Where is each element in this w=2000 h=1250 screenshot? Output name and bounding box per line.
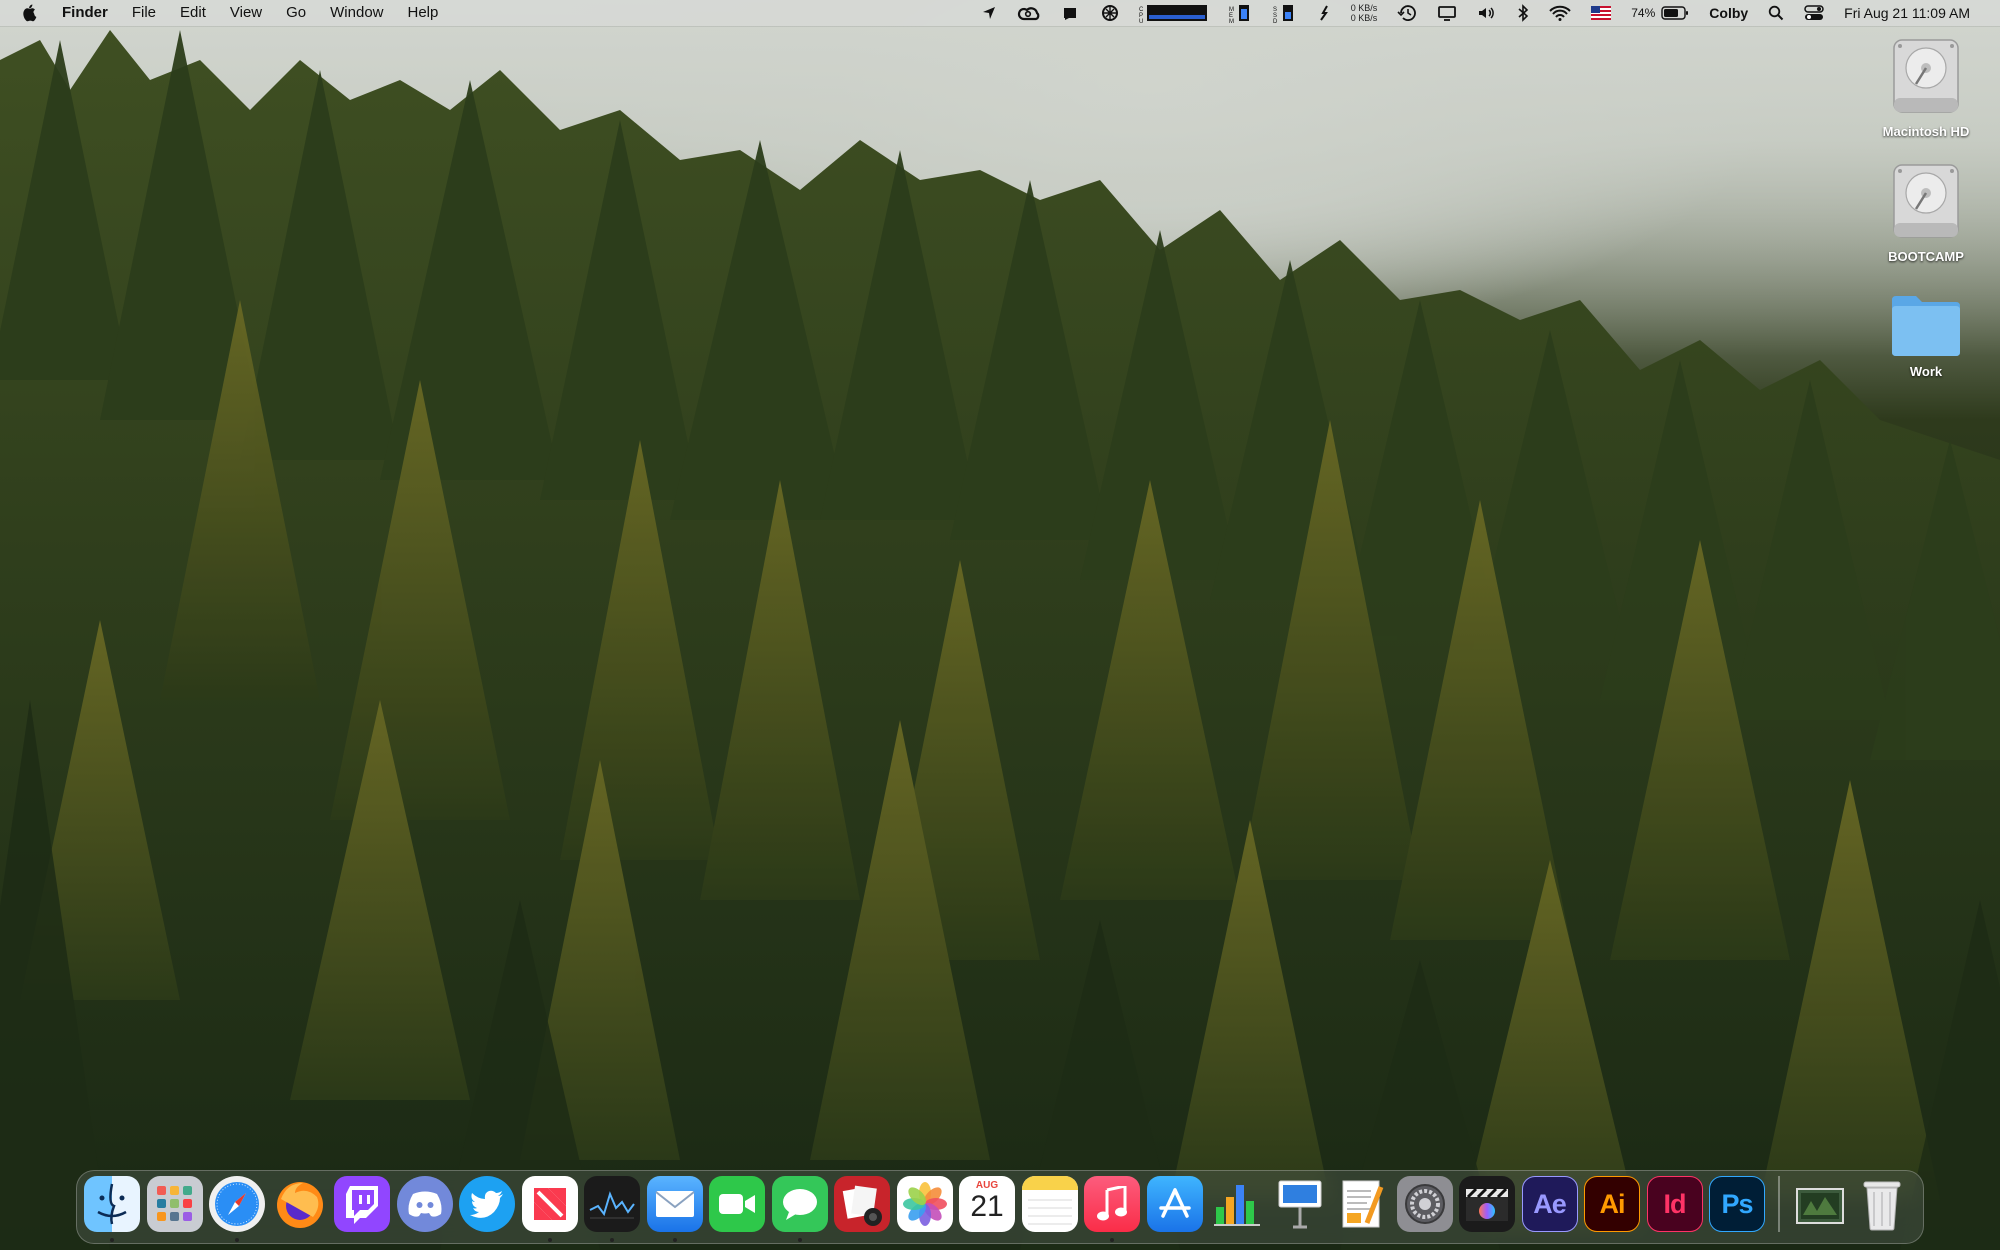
dock-app-store-icon[interactable] bbox=[1146, 1176, 1203, 1232]
volume-icon[interactable] bbox=[1477, 0, 1497, 26]
menu-window[interactable]: Window bbox=[318, 0, 395, 26]
dock-indesign-icon[interactable]: Id bbox=[1646, 1176, 1703, 1232]
dock-music-icon[interactable] bbox=[1084, 1176, 1140, 1242]
id-label: Id bbox=[1663, 1188, 1687, 1219]
battery-percent: 74% bbox=[1631, 6, 1656, 20]
dock-trash-icon[interactable] bbox=[1854, 1176, 1910, 1232]
dock-system-preferences-icon[interactable] bbox=[1396, 1176, 1453, 1232]
dock-notes-icon[interactable] bbox=[1021, 1176, 1078, 1232]
bluetooth-icon[interactable] bbox=[1517, 0, 1529, 26]
ssd-meter-icon[interactable]: SSD bbox=[1273, 0, 1297, 26]
running-indicator bbox=[235, 1238, 239, 1242]
dock-twitter-icon[interactable] bbox=[459, 1176, 515, 1232]
dock-finder-icon[interactable] bbox=[84, 1176, 140, 1242]
location-icon[interactable] bbox=[981, 0, 997, 26]
dock-pages-icon[interactable] bbox=[1334, 1176, 1390, 1232]
dock-illustrator-icon[interactable]: Ai bbox=[1584, 1176, 1640, 1232]
hard-drive-icon bbox=[1893, 164, 1959, 238]
menu-finder[interactable]: Finder bbox=[62, 0, 120, 26]
desktop-icon-label: Work bbox=[1909, 364, 1943, 379]
forest-wallpaper bbox=[0, 30, 2000, 1250]
ai-label: Ai bbox=[1599, 1188, 1626, 1219]
menu-edit[interactable]: Edit bbox=[168, 0, 218, 26]
desktop-icon-label: BOOTCAMP bbox=[1888, 249, 1964, 264]
dock-messages-icon[interactable] bbox=[771, 1176, 828, 1242]
running-indicator bbox=[797, 1238, 802, 1242]
calendar-day: 21 bbox=[970, 1190, 1004, 1223]
dock-photo-booth-icon[interactable] bbox=[834, 1176, 890, 1232]
dock-downloads-stack-icon[interactable] bbox=[1792, 1176, 1848, 1232]
dock-twitch-icon[interactable] bbox=[334, 1176, 390, 1232]
svg-text:D: D bbox=[1273, 19, 1278, 23]
menu-file[interactable]: File bbox=[120, 0, 168, 26]
svg-text:M: M bbox=[1229, 19, 1234, 23]
dock-launchpad-icon[interactable] bbox=[146, 1176, 203, 1232]
wifi-icon[interactable] bbox=[1549, 0, 1571, 26]
battery-indicator[interactable]: 74% bbox=[1631, 0, 1689, 26]
input-source-flag-icon[interactable] bbox=[1591, 0, 1612, 26]
dock-calendar-icon[interactable]: AUG 21 bbox=[959, 1176, 1015, 1232]
svg-text:U: U bbox=[1139, 19, 1143, 23]
running-indicator bbox=[610, 1238, 614, 1242]
dock-after-effects-icon[interactable]: Ae bbox=[1521, 1176, 1578, 1232]
dock-numbers-icon[interactable] bbox=[1209, 1176, 1265, 1232]
desktop-icon-work[interactable]: Work bbox=[1866, 290, 1986, 379]
running-indicator bbox=[1110, 1238, 1114, 1242]
dock-separator bbox=[1777, 1176, 1780, 1232]
notification-icon[interactable] bbox=[1061, 0, 1081, 26]
running-indicator bbox=[110, 1238, 114, 1242]
hard-drive-icon bbox=[1893, 39, 1959, 113]
airplay-display-icon[interactable] bbox=[1437, 0, 1457, 26]
dock-stocks-icon[interactable] bbox=[584, 1176, 640, 1242]
time-machine-icon[interactable] bbox=[1397, 0, 1417, 26]
menu-view[interactable]: View bbox=[218, 0, 274, 26]
dock-safari-icon[interactable] bbox=[209, 1176, 265, 1242]
folder-icon bbox=[1892, 296, 1960, 356]
dock-photos-icon[interactable] bbox=[896, 1176, 953, 1232]
apple-menu-icon[interactable] bbox=[22, 4, 40, 22]
network-up-text: 0 KB/s bbox=[1350, 3, 1378, 13]
dock-discord-icon[interactable] bbox=[396, 1176, 453, 1232]
dock-facetime-icon[interactable] bbox=[709, 1176, 765, 1232]
istat-icon[interactable] bbox=[1101, 0, 1119, 26]
cpu-meter-icon[interactable]: CPU bbox=[1139, 0, 1209, 26]
memory-meter-icon[interactable]: MEM bbox=[1229, 0, 1253, 26]
spotlight-icon[interactable] bbox=[1768, 0, 1784, 26]
network-meter-icon[interactable]: 0 KB/s 0 KB/s bbox=[1351, 0, 1378, 26]
menu-bar: Finder File Edit View Go Window Help CPU… bbox=[0, 0, 2000, 26]
dock-mail-icon[interactable] bbox=[646, 1176, 703, 1242]
dock-photoshop-icon[interactable]: Ps bbox=[1709, 1176, 1765, 1232]
menubar-clock[interactable]: Fri Aug 21 11:09 AM bbox=[1844, 0, 1970, 26]
user-name[interactable]: Colby bbox=[1709, 0, 1748, 26]
dock-final-cut-pro-icon[interactable] bbox=[1459, 1176, 1515, 1232]
menu-go[interactable]: Go bbox=[274, 0, 318, 26]
running-indicator bbox=[672, 1238, 677, 1242]
menu-help[interactable]: Help bbox=[396, 0, 451, 26]
desktop-icon-macintosh-hd[interactable]: Macintosh HD bbox=[1866, 36, 1986, 139]
dock-keynote-icon[interactable] bbox=[1272, 1176, 1328, 1232]
dock-icons: AUG 21 Ae Ai Id Ps bbox=[84, 1176, 1917, 1242]
ae-label: Ae bbox=[1533, 1188, 1567, 1219]
control-center-icon[interactable] bbox=[1804, 0, 1824, 26]
sensor-icon[interactable] bbox=[1317, 0, 1331, 26]
desktop-icon-label: Macintosh HD bbox=[1882, 124, 1970, 139]
desktop-icon-bootcamp[interactable]: BOOTCAMP bbox=[1866, 161, 1986, 264]
network-down-text: 0 KB/s bbox=[1350, 13, 1378, 23]
ps-label: Ps bbox=[1721, 1188, 1753, 1219]
battery-icon bbox=[1661, 6, 1689, 20]
creative-cloud-icon[interactable] bbox=[1017, 0, 1041, 26]
dock-firefox-icon[interactable] bbox=[272, 1176, 328, 1232]
running-indicator bbox=[547, 1238, 552, 1242]
dock-news-icon[interactable] bbox=[521, 1176, 578, 1242]
